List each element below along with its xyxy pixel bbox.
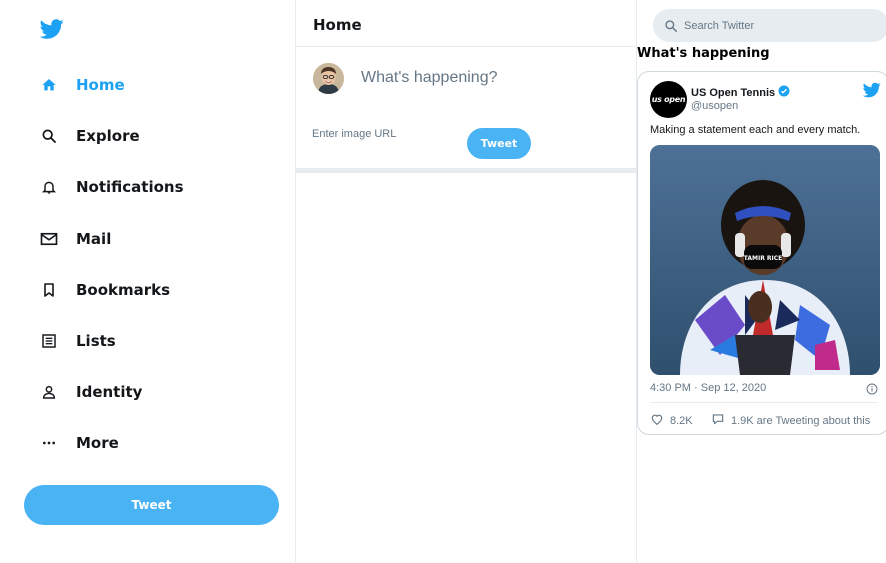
twitter-bird-icon[interactable]	[862, 81, 881, 99]
reply-bubble-icon	[711, 412, 725, 429]
avatar[interactable]	[313, 63, 344, 94]
embed-tweet-text: Making a statement each and every match.	[650, 124, 861, 136]
list-icon	[40, 332, 58, 350]
bell-icon	[40, 178, 58, 196]
sidebar-item-explore[interactable]: Explore	[40, 123, 140, 149]
avatar-logo-text: us open	[651, 95, 686, 104]
embedded-tweet[interactable]: us open US Open Tennis @usopen Making a …	[637, 71, 886, 435]
sidebar-item-label: Explore	[76, 127, 140, 145]
search-icon	[664, 19, 678, 33]
search-input[interactable]	[684, 19, 864, 32]
compose-tweet-button[interactable]: Tweet	[467, 128, 531, 159]
embed-author-name[interactable]: US Open Tennis	[691, 85, 790, 100]
tweet-composer	[296, 47, 636, 168]
compose-input[interactable]	[361, 69, 621, 87]
section-title: What's happening	[637, 46, 770, 61]
embed-conversation-link[interactable]: 1.9K are Tweeting about this	[711, 412, 870, 429]
heart-icon	[650, 412, 664, 429]
page-title: Home	[313, 16, 362, 34]
right-column: What's happening us open US Open Tennis …	[637, 0, 886, 563]
mail-icon	[40, 230, 58, 248]
image-url-input[interactable]	[312, 128, 452, 140]
embed-divider	[650, 402, 878, 403]
embed-avatar[interactable]: us open	[650, 81, 687, 118]
main-column: Home Tweet	[296, 0, 637, 563]
sidebar-item-label: Notifications	[76, 178, 184, 196]
like-count: 8.2K	[670, 414, 693, 427]
sidebar-item-label: More	[76, 434, 119, 452]
main-header: Home	[296, 0, 636, 47]
sidebar-item-label: Mail	[76, 230, 112, 248]
sidebar-item-identity[interactable]: Identity	[40, 379, 142, 405]
bookmark-icon	[40, 281, 58, 299]
embed-photo[interactable]: TAMIR RICE	[650, 145, 880, 375]
embed-author-handle[interactable]: @usopen	[691, 100, 738, 112]
sidebar-item-mail[interactable]: Mail	[40, 226, 111, 252]
sidebar-item-more[interactable]: More	[40, 430, 119, 456]
sidebar-item-home[interactable]: Home	[40, 72, 125, 98]
sidebar-item-label: Lists	[76, 332, 116, 350]
sidebar-item-label: Bookmarks	[76, 281, 171, 299]
twitter-bird-icon[interactable]	[39, 17, 64, 41]
sidebar-item-bookmarks[interactable]: Bookmarks	[40, 277, 170, 303]
sidebar-item-notifications[interactable]: Notifications	[40, 174, 184, 200]
more-icon	[40, 434, 58, 452]
sidebar-tweet-button[interactable]: Tweet	[24, 485, 279, 525]
sidebar-item-label: Identity	[76, 383, 143, 401]
info-icon[interactable]	[866, 382, 878, 395]
embed-author-name-text: US Open Tennis	[691, 86, 776, 99]
sidebar-item-lists[interactable]: Lists	[40, 328, 116, 354]
svg-text:TAMIR RICE: TAMIR RICE	[744, 255, 783, 262]
search-icon	[40, 127, 58, 145]
home-icon	[40, 76, 58, 94]
feed-divider	[296, 168, 637, 173]
embed-like-button[interactable]: 8.2K	[650, 412, 693, 429]
search-bar[interactable]	[653, 9, 886, 42]
embed-timestamp[interactable]: 4:30 PM · Sep 12, 2020	[650, 382, 766, 394]
person-icon	[40, 383, 58, 401]
verified-badge-icon	[778, 85, 790, 100]
sidebar-item-label: Home	[76, 76, 125, 94]
conversation-text: 1.9K are Tweeting about this	[731, 414, 871, 427]
left-sidebar: Home Explore Notifications Mail Bookmark…	[0, 0, 296, 563]
